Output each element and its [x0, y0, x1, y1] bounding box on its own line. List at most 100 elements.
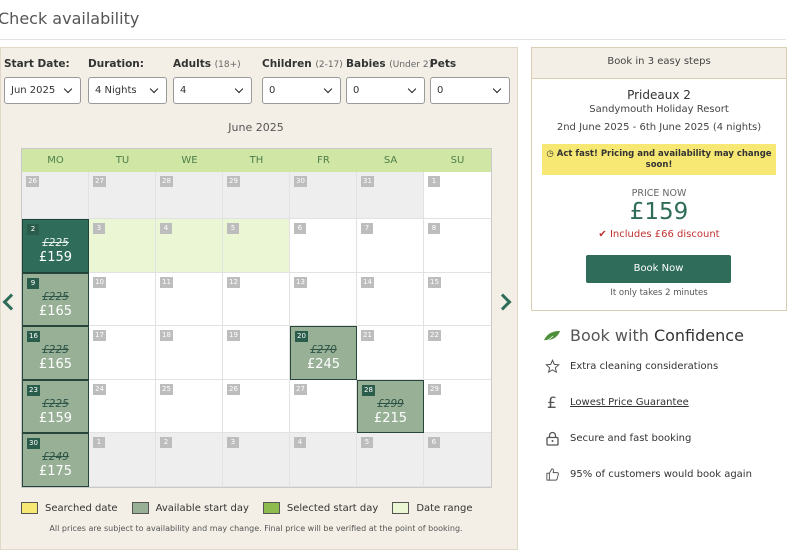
calendar-day-available[interactable]: 9 £225 £165: [22, 272, 89, 326]
day-price: £165: [38, 303, 73, 319]
day-number: 28: [160, 176, 173, 187]
title-divider: [0, 39, 786, 40]
book-now-button[interactable]: Book Now: [586, 255, 731, 283]
prev-month-button[interactable]: [2, 293, 20, 311]
day-number: 18: [160, 330, 173, 341]
children-label: Children (2-17): [262, 58, 343, 72]
chevron-down-icon: [492, 84, 502, 93]
confidence-title-strong: Confidence: [653, 326, 744, 345]
children-field: Children (2-17) 0: [262, 58, 343, 104]
resort-name: Sandymouth Holiday Resort: [589, 104, 729, 115]
chevron-left-icon: [2, 293, 20, 311]
children-select[interactable]: 0: [262, 77, 341, 104]
calendar-day: 1: [424, 172, 491, 219]
calendar-day: 27: [290, 379, 357, 433]
chevron-down-icon: [407, 84, 417, 93]
day-number: 6: [294, 223, 306, 234]
day-number: 28: [362, 384, 375, 396]
legend-item: Selected start day: [262, 502, 378, 514]
calendar-day-available[interactable]: 20 £270 £245: [290, 326, 357, 380]
day-number: 3: [227, 437, 239, 448]
calendar-day-available[interactable]: 23 £225 £159: [22, 379, 89, 433]
day-number: 14: [361, 276, 374, 288]
calendar-day: 6: [290, 219, 357, 273]
day-number: 27: [294, 383, 307, 395]
confidence-item-text: 95% of customers would book again: [570, 468, 752, 480]
calendar-day: 6: [424, 433, 491, 487]
calendar-day-available[interactable]: 30 £249 £175: [22, 433, 89, 487]
calendar-day: 18: [156, 326, 223, 380]
calendar-days: 26 27 28 29 30 31 1 2 £225 £159 3 4 5 6 7 8 9 £225 £165 10 1…: [22, 172, 491, 487]
day-number: 31: [361, 176, 374, 187]
calendar-day: 11: [156, 272, 223, 326]
day-old-price: £225: [42, 397, 69, 410]
adults-hint: (18+): [214, 60, 241, 70]
adults-field: Adults (18+) 4: [173, 58, 252, 104]
weekday-label: FR: [317, 155, 330, 166]
legend-label: Date range: [416, 502, 473, 514]
day-number: 5: [227, 223, 239, 234]
star-icon: [544, 358, 560, 374]
confidence-title: Book with Confidence: [543, 326, 744, 345]
calendar-day: 24: [89, 379, 156, 433]
calendar-day: 5: [223, 219, 290, 273]
babies-select[interactable]: 0: [346, 77, 425, 104]
calendar-day: 4: [156, 219, 223, 273]
weekday-label: SU: [450, 155, 465, 166]
chevron-down-icon: [63, 84, 73, 93]
lowest-price-guarantee-link[interactable]: Lowest Price Guarantee: [570, 397, 689, 408]
calendar-day-available[interactable]: 28 £299 £215: [357, 379, 424, 433]
confidence-item-text: Secure and fast booking: [570, 432, 692, 444]
day-old-price: £225: [42, 237, 69, 249]
day-number: 2: [160, 437, 172, 448]
day-number: 12: [227, 276, 240, 288]
adults-select[interactable]: 4: [173, 77, 252, 104]
calendar-day: 30: [290, 172, 357, 219]
day-number: 16: [27, 331, 40, 342]
day-number: 30: [27, 438, 40, 449]
calendar-day: 12: [223, 272, 290, 326]
calendar-day-selected[interactable]: 2 £225 £159: [22, 219, 89, 273]
babies-label-text: Babies: [346, 58, 386, 70]
stay-dates: 2nd June 2025 - 6th June 2025 (4 nights): [556, 122, 762, 133]
calendar-day: 31: [357, 172, 424, 219]
day-number: 30: [294, 176, 307, 187]
adults-value: 4: [180, 85, 187, 96]
chevron-down-icon: [149, 84, 159, 93]
day-number: 11: [160, 276, 173, 288]
property-name: Prideaux 2: [627, 88, 691, 102]
children-hint: (2-17): [315, 60, 343, 70]
weekday-label: TH: [249, 155, 264, 166]
day-old-price: £299: [377, 397, 404, 410]
day-price: £159: [38, 410, 73, 426]
day-old-price: £225: [42, 290, 69, 303]
day-old-price: £249: [42, 451, 69, 463]
confidence-item-price-guarantee[interactable]: £ Lowest Price Guarantee: [544, 393, 689, 412]
day-old-price: £270: [310, 344, 337, 356]
pets-value: 0: [437, 85, 444, 96]
calendar-day-available[interactable]: 16 £225 £165: [22, 326, 89, 380]
pets-select[interactable]: 0: [430, 77, 510, 104]
day-price: £245: [306, 357, 341, 372]
book-now-note: It only takes 2 minutes: [610, 288, 708, 298]
duration-select[interactable]: 4 Nights: [88, 77, 167, 104]
check-icon: ✔: [598, 229, 607, 240]
day-number: 7: [361, 223, 373, 234]
discount-text: Includes £66 discount: [609, 229, 720, 240]
day-number: 6: [428, 437, 440, 448]
start-date-value: Jun 2025: [11, 85, 56, 96]
day-number: 17: [93, 330, 106, 341]
children-value: 0: [269, 85, 276, 96]
clock-icon: ◷: [546, 149, 554, 159]
calendar-day: 14: [357, 272, 424, 326]
next-month-button[interactable]: [494, 293, 512, 311]
price-now: £159: [629, 199, 689, 225]
calendar-day: 26: [22, 172, 89, 219]
day-price: £165: [38, 357, 73, 372]
calendar-day: 1: [89, 433, 156, 487]
day-number: 27: [93, 176, 106, 187]
babies-field: Babies (Under 2) 0: [346, 58, 432, 104]
start-date-select[interactable]: Jun 2025: [4, 77, 81, 104]
booking-summary-panel: Book in 3 easy steps Prideaux 2 Sandymou…: [531, 47, 787, 311]
legend-item: Searched date: [21, 502, 118, 514]
